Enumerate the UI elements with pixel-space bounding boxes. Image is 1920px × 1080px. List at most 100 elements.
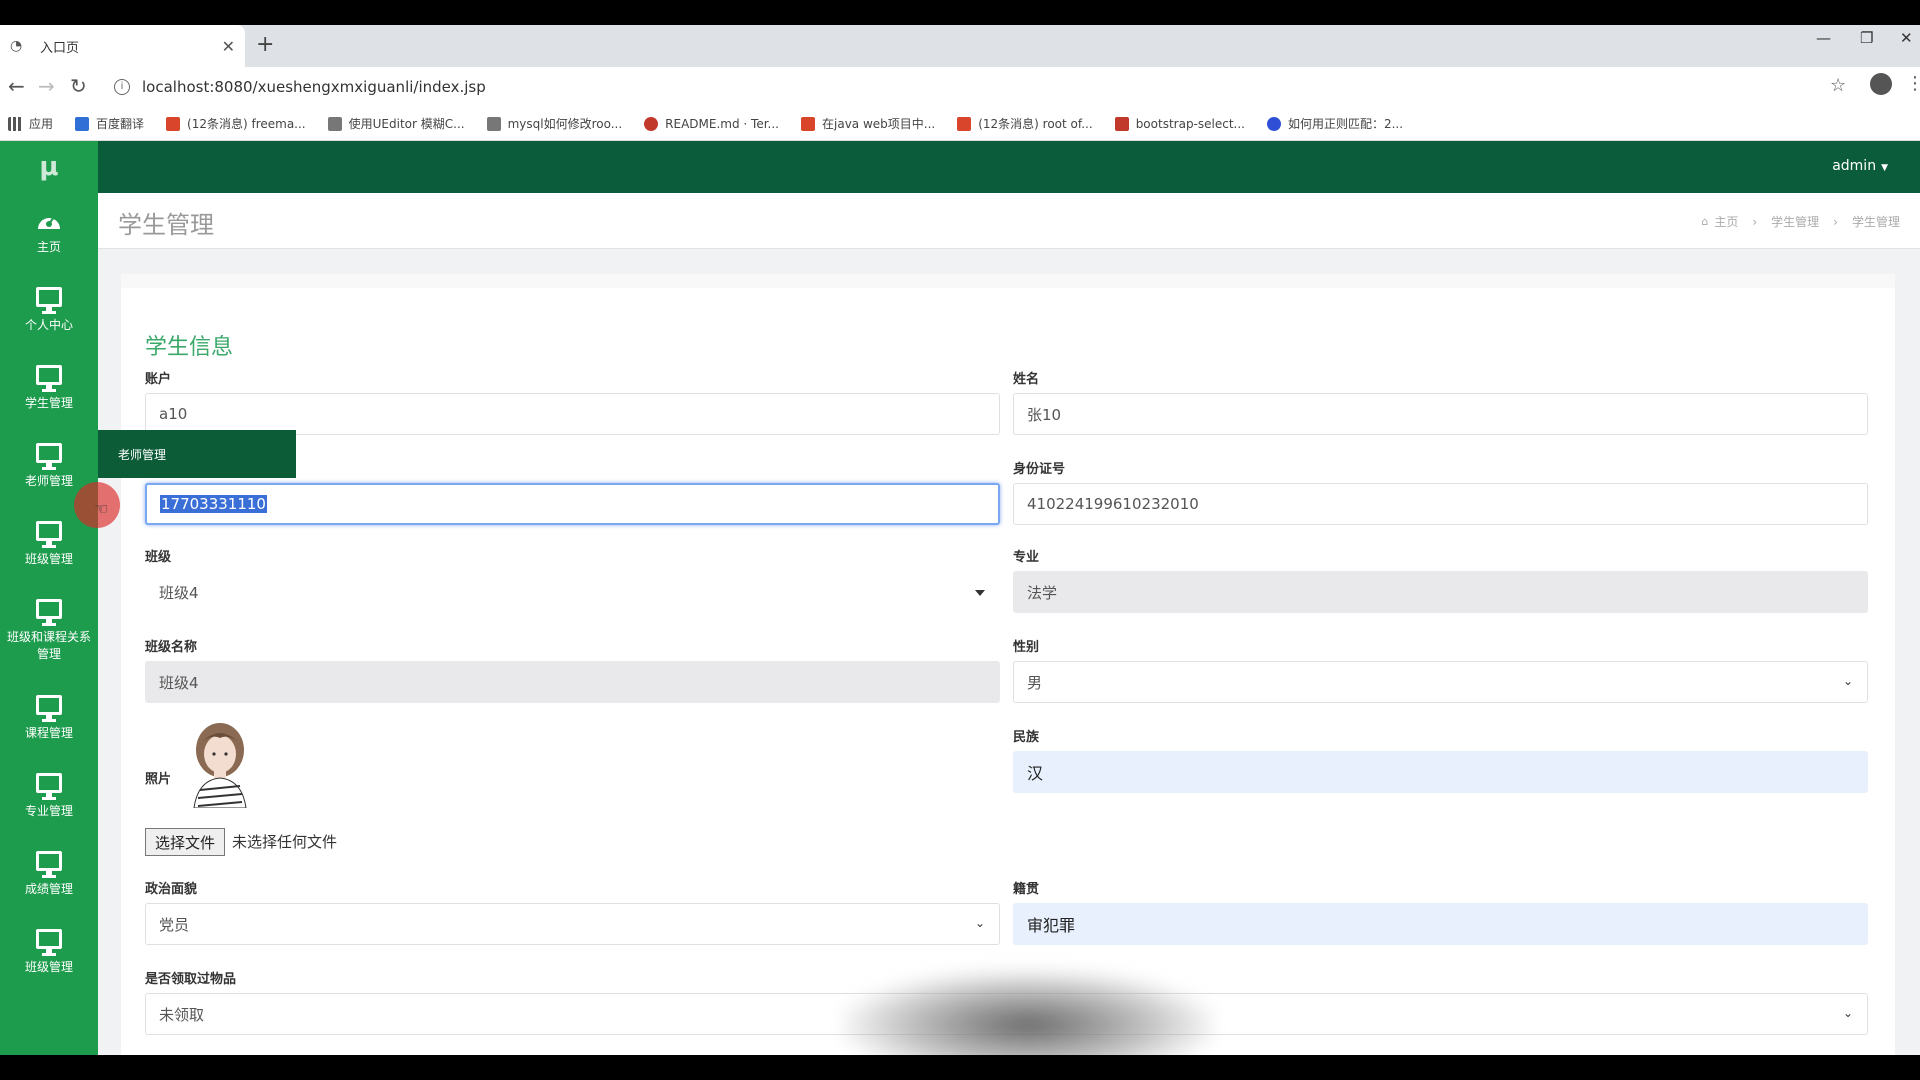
sidebar-item-label: 成绩管理 (24, 881, 73, 896)
sidebar-item-home[interactable]: 主页 (0, 193, 98, 271)
username: admin (1832, 158, 1877, 174)
native-place-value: 审犯罪 (1027, 916, 1076, 935)
bookmark-item[interactable]: (12条消息) freema... (166, 115, 306, 132)
monitor-icon (36, 364, 62, 392)
caret-down-icon: ▼ (1881, 163, 1888, 173)
chevron-down-icon: ⌄ (1842, 1006, 1853, 1020)
close-tab-icon[interactable]: ✕ (222, 37, 235, 56)
major-field-group: 专业 法学 (1013, 546, 1868, 613)
gender-field-group: 性别 男 ⌄ (1013, 636, 1868, 703)
phone-input[interactable]: 17703331110 (145, 483, 1000, 525)
address-bar[interactable]: i localhost:8080/xueshengxmxiguanli/inde… (104, 71, 1824, 103)
bookmark-favicon (801, 116, 815, 131)
id-card-value: 410224199610232010 (1027, 495, 1199, 513)
bookmark-item[interactable]: 使用UEditor 模糊C... (327, 115, 465, 132)
class-label: 班级 (145, 550, 172, 565)
home-icon: ⌂ (1701, 215, 1709, 228)
account-input[interactable]: a10 (145, 393, 1000, 435)
breadcrumb-item[interactable]: 学生管理 (1771, 213, 1819, 230)
bookmark-item[interactable]: README.md · Ter... (644, 116, 779, 131)
sidebar-item-class-course[interactable]: 班级和课程关系管理 (0, 583, 98, 679)
pointer-cursor-icon: ☜ (94, 499, 109, 518)
caret-down-icon (975, 590, 985, 596)
bookmark-item[interactable]: 应用 (8, 115, 53, 132)
photo-label: 照片 (145, 772, 172, 787)
navigation-bar: ← → ↻ i localhost:8080/xueshengxmxiguanl… (0, 67, 1920, 107)
bookmark-item[interactable]: 在java web项目中... (801, 115, 935, 132)
blurred-overlay (842, 970, 1214, 1055)
app-root: μ 主页 个人中心 学生管理 老师管理 班级管理 班级和课程关系管理 课程管理 … (0, 141, 1920, 1055)
page-header: 学生管理 ⌂ 主页 › 学生管理 › 学生管理 (98, 193, 1920, 249)
browser-menu-icon[interactable]: ⋮ (1906, 73, 1920, 94)
name-label: 姓名 (1013, 372, 1040, 387)
bookmark-favicon (166, 116, 181, 131)
tab-strip: ◔ 入口页 ✕ + — ❐ ✕ (0, 25, 1920, 67)
chevron-right-icon: › (1752, 214, 1758, 229)
account-icon[interactable] (1870, 73, 1892, 95)
sidebar-item-label: 课程管理 (24, 725, 73, 740)
browser-tab[interactable]: ◔ 入口页 ✕ (0, 25, 245, 67)
major-value: 法学 (1027, 583, 1058, 602)
bookmark-item[interactable]: (12条消息) root of... (957, 115, 1093, 132)
account-value: a10 (159, 405, 188, 423)
sidebar-item-label: 班级和课程关系管理 (7, 630, 92, 661)
info-icon[interactable]: i (114, 79, 130, 95)
name-input[interactable]: 张10 (1013, 393, 1868, 435)
id-card-input[interactable]: 410224199610232010 (1013, 483, 1868, 525)
bookmark-star-icon[interactable]: ☆ (1830, 75, 1846, 96)
sidebar-item-profile[interactable]: 个人中心 (0, 271, 98, 349)
back-icon[interactable]: ← (8, 75, 25, 97)
top-bar: admin ▼ (98, 141, 1920, 193)
bookmark-item[interactable]: bootstrap-select... (1114, 116, 1245, 131)
major-label: 专业 (1013, 550, 1040, 565)
monitor-icon (36, 694, 62, 722)
screen: ◔ 入口页 ✕ + — ❐ ✕ ← → ↻ i localhost:8080/x… (0, 0, 1920, 1080)
gender-select[interactable]: 男 ⌄ (1013, 661, 1868, 703)
sidebar-item-courses[interactable]: 课程管理 (0, 679, 98, 757)
bookmark-favicon (957, 116, 972, 131)
politics-value: 党员 (159, 915, 190, 934)
close-window-icon[interactable]: ✕ (1900, 29, 1913, 47)
native-place-input[interactable]: 审犯罪 (1013, 903, 1868, 945)
id-card-label: 身份证号 (1013, 462, 1066, 477)
bookmark-item[interactable]: 如何用正则匹配：2... (1266, 115, 1403, 132)
restore-icon[interactable]: ❐ (1860, 29, 1873, 47)
page-title: 学生管理 (118, 211, 214, 239)
minimize-icon[interactable]: — (1816, 29, 1831, 47)
bookmark-item[interactable]: 百度翻译 (75, 115, 144, 132)
sidebar-item-students[interactable]: 学生管理 (0, 349, 98, 427)
new-tab-icon[interactable]: + (256, 33, 274, 57)
account-field-group: 账户 a10 (145, 368, 1000, 435)
sidebar-item-classes-2[interactable]: 班级管理 (0, 913, 98, 991)
sidebar-item-label: 主页 (36, 239, 61, 254)
forward-icon[interactable]: → (38, 75, 55, 97)
name-field-group: 姓名 张10 (1013, 368, 1868, 435)
sidebar-item-majors[interactable]: 专业管理 (0, 757, 98, 835)
bookmark-favicon (486, 116, 501, 131)
native-place-label: 籍贯 (1013, 882, 1040, 897)
breadcrumb-current: 学生管理 (1851, 215, 1900, 229)
file-status: 未选择任何文件 (232, 833, 338, 851)
class-select[interactable]: 班级4 (145, 571, 1000, 613)
sidebar-item-label: 学生管理 (24, 395, 73, 410)
sidebar-tooltip: 老师管理 (98, 430, 296, 478)
bookmark-item[interactable]: mysql如何修改roo... (486, 115, 622, 132)
politics-select[interactable]: 党员 ⌄ (145, 903, 1000, 945)
choose-file-button[interactable]: 选择文件 (145, 828, 225, 856)
breadcrumb-home[interactable]: 主页 (1714, 213, 1738, 230)
reload-icon[interactable]: ↻ (70, 75, 87, 97)
ethnicity-input[interactable]: 汉 (1013, 751, 1868, 793)
politics-label: 政治面貌 (145, 882, 198, 897)
gender-value: 男 (1027, 673, 1043, 692)
monitor-icon (36, 850, 62, 878)
ethnicity-value: 汉 (1027, 764, 1044, 783)
politics-field-group: 政治面貌 党员 ⌄ (145, 878, 1000, 945)
bookmark-favicon (1114, 116, 1129, 131)
user-menu[interactable]: admin ▼ (1832, 158, 1888, 174)
sidebar: μ 主页 个人中心 学生管理 老师管理 班级管理 班级和课程关系管理 课程管理 … (0, 141, 98, 1055)
tab-title: 入口页 (40, 40, 80, 56)
sidebar-item-grades[interactable]: 成绩管理 (0, 835, 98, 913)
gender-label: 性别 (1013, 640, 1040, 655)
apps-grid-icon (8, 116, 22, 131)
bookmark-favicon (75, 116, 90, 131)
